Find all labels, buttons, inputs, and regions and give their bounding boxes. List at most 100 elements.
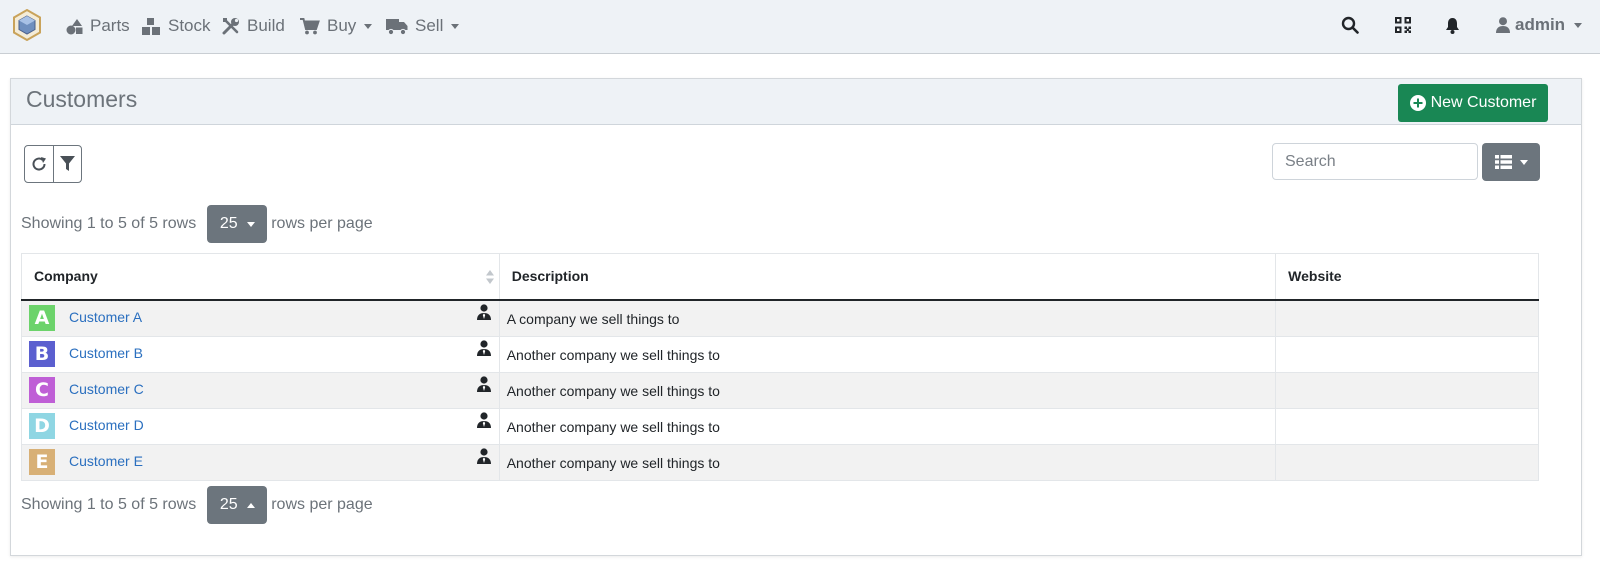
- description-cell: A company we sell things to: [498, 299, 1277, 337]
- page-size-value: 25: [219, 496, 238, 513]
- website-cell: [1275, 335, 1539, 373]
- user-icon: [1496, 17, 1510, 33]
- boxes-icon: [142, 17, 160, 35]
- table-header-row: Company Description Website: [21, 253, 1539, 301]
- table-row: D Customer D Another company we sell thing…: [21, 407, 1539, 445]
- column-header-website: Website: [1275, 253, 1539, 301]
- description-text: Another company we sell things to: [506, 383, 720, 399]
- company-cell: B Customer B: [21, 335, 500, 373]
- table-row: B Customer B Another company we sell thing…: [21, 335, 1539, 373]
- nav-sell[interactable]: Sell: [386, 0, 460, 52]
- company-avatar: D: [29, 413, 55, 439]
- columns-toggle-button[interactable]: [1482, 143, 1540, 181]
- page-title: Customers: [26, 86, 138, 112]
- customer-user-icon: [476, 339, 491, 356]
- company-avatar: C: [29, 377, 55, 403]
- filter-icon: [60, 156, 75, 171]
- customer-link[interactable]: Customer C: [69, 381, 144, 397]
- description-cell: Another company we sell things to: [498, 371, 1277, 409]
- notifications-button[interactable]: [1441, 14, 1463, 36]
- chevron-down-icon: [246, 221, 255, 227]
- company-cell: D Customer D: [21, 407, 500, 445]
- chevron-up-icon: [246, 502, 255, 508]
- refresh-button[interactable]: [25, 146, 53, 182]
- company-avatar: B: [29, 341, 55, 367]
- pagination-suffix: rows per page: [271, 215, 373, 232]
- customer-user-icon: [476, 303, 491, 320]
- column-header-company[interactable]: Company: [21, 253, 500, 301]
- top-navbar: Parts Stock Build Buy Sell admin: [0, 0, 1600, 54]
- pagination-info: Showing 1 to 5 of 5 rows: [21, 496, 197, 513]
- website-cell: [1275, 407, 1539, 445]
- user-menu[interactable]: admin: [1496, 0, 1583, 50]
- table-row: C Customer C Another company we sell thing…: [21, 371, 1539, 409]
- chevron-down-icon: [1519, 159, 1528, 165]
- filter-button[interactable]: [53, 146, 81, 182]
- description-cell: Another company we sell things to: [498, 335, 1277, 373]
- shapes-icon: [66, 18, 83, 34]
- new-customer-button[interactable]: New Customer: [1398, 84, 1548, 122]
- company-cell: E Customer E: [21, 443, 500, 481]
- company-avatar: E: [29, 449, 55, 475]
- company-cell: A Customer A: [21, 299, 500, 337]
- nav-parts[interactable]: Parts: [66, 0, 130, 52]
- table-row: E Customer E Another company we sell thing…: [21, 443, 1539, 481]
- tools-icon: [222, 18, 239, 35]
- description-cell: Another company we sell things to: [498, 443, 1277, 481]
- customer-link[interactable]: Customer B: [69, 345, 143, 361]
- nav-buy-label: Buy: [327, 16, 357, 35]
- page-size-button[interactable]: 25: [207, 486, 268, 524]
- qrcode-icon: [1395, 17, 1411, 33]
- search-button[interactable]: [1339, 14, 1361, 36]
- customer-link[interactable]: Customer E: [69, 453, 143, 469]
- customer-user-icon: [476, 447, 491, 464]
- table-tools: [24, 145, 82, 183]
- plus-circle-icon: [1409, 95, 1426, 111]
- page-size-button[interactable]: 25: [207, 205, 268, 243]
- chevron-down-icon: [451, 23, 460, 29]
- description-cell: Another company we sell things to: [498, 407, 1277, 445]
- nav-sell-label: Sell: [415, 16, 444, 35]
- scan-qr-button[interactable]: [1392, 14, 1414, 36]
- pagination-suffix: rows per page: [271, 496, 373, 513]
- nav-parts-label: Parts: [90, 16, 130, 35]
- website-cell: [1275, 299, 1539, 337]
- refresh-icon: [32, 157, 46, 171]
- website-cell: [1275, 371, 1539, 409]
- search-icon: [1341, 16, 1359, 34]
- company-avatar: A: [29, 305, 55, 331]
- bell-icon: [1445, 17, 1459, 34]
- nav-stock-label: Stock: [168, 16, 211, 35]
- description-text: Another company we sell things to: [506, 419, 720, 435]
- customer-link[interactable]: Customer A: [69, 309, 142, 325]
- shopping-cart-icon: [300, 17, 320, 34]
- pagination-info: Showing 1 to 5 of 5 rows: [21, 215, 197, 232]
- customer-user-icon: [476, 411, 491, 428]
- description-text: Another company we sell things to: [506, 455, 720, 471]
- sort-icon: [485, 270, 494, 284]
- nav-build[interactable]: Build: [222, 0, 285, 52]
- customers-panel: Customers New Customer Search Showing 1 …: [10, 78, 1582, 556]
- table-row: A Customer A A company we sell things to: [21, 299, 1539, 337]
- chevron-down-icon: [1574, 22, 1583, 28]
- customer-user-icon: [476, 375, 491, 392]
- pagination-top: Showing 1 to 5 of 5 rows 25 rows per pag…: [21, 205, 373, 243]
- nav-build-label: Build: [247, 16, 285, 35]
- logo-icon[interactable]: [12, 9, 42, 41]
- page-size-value: 25: [219, 215, 238, 232]
- description-text: A company we sell things to: [506, 311, 680, 327]
- panel-header: Customers New Customer: [11, 79, 1581, 125]
- customer-link[interactable]: Customer D: [69, 417, 144, 433]
- nav-buy[interactable]: Buy: [300, 0, 373, 52]
- chevron-down-icon: [364, 23, 373, 29]
- column-header-description: Description: [498, 253, 1277, 301]
- company-cell: C Customer C: [21, 371, 500, 409]
- list-icon: [1494, 155, 1512, 169]
- user-name: admin: [1515, 15, 1566, 34]
- customers-table: Company Description Website A Customer AA…: [21, 253, 1539, 481]
- search-input[interactable]: [1272, 143, 1478, 180]
- description-text: Another company we sell things to: [506, 347, 720, 363]
- nav-stock[interactable]: Stock: [141, 0, 211, 52]
- website-cell: [1275, 443, 1539, 481]
- new-customer-label: New Customer: [1430, 94, 1537, 111]
